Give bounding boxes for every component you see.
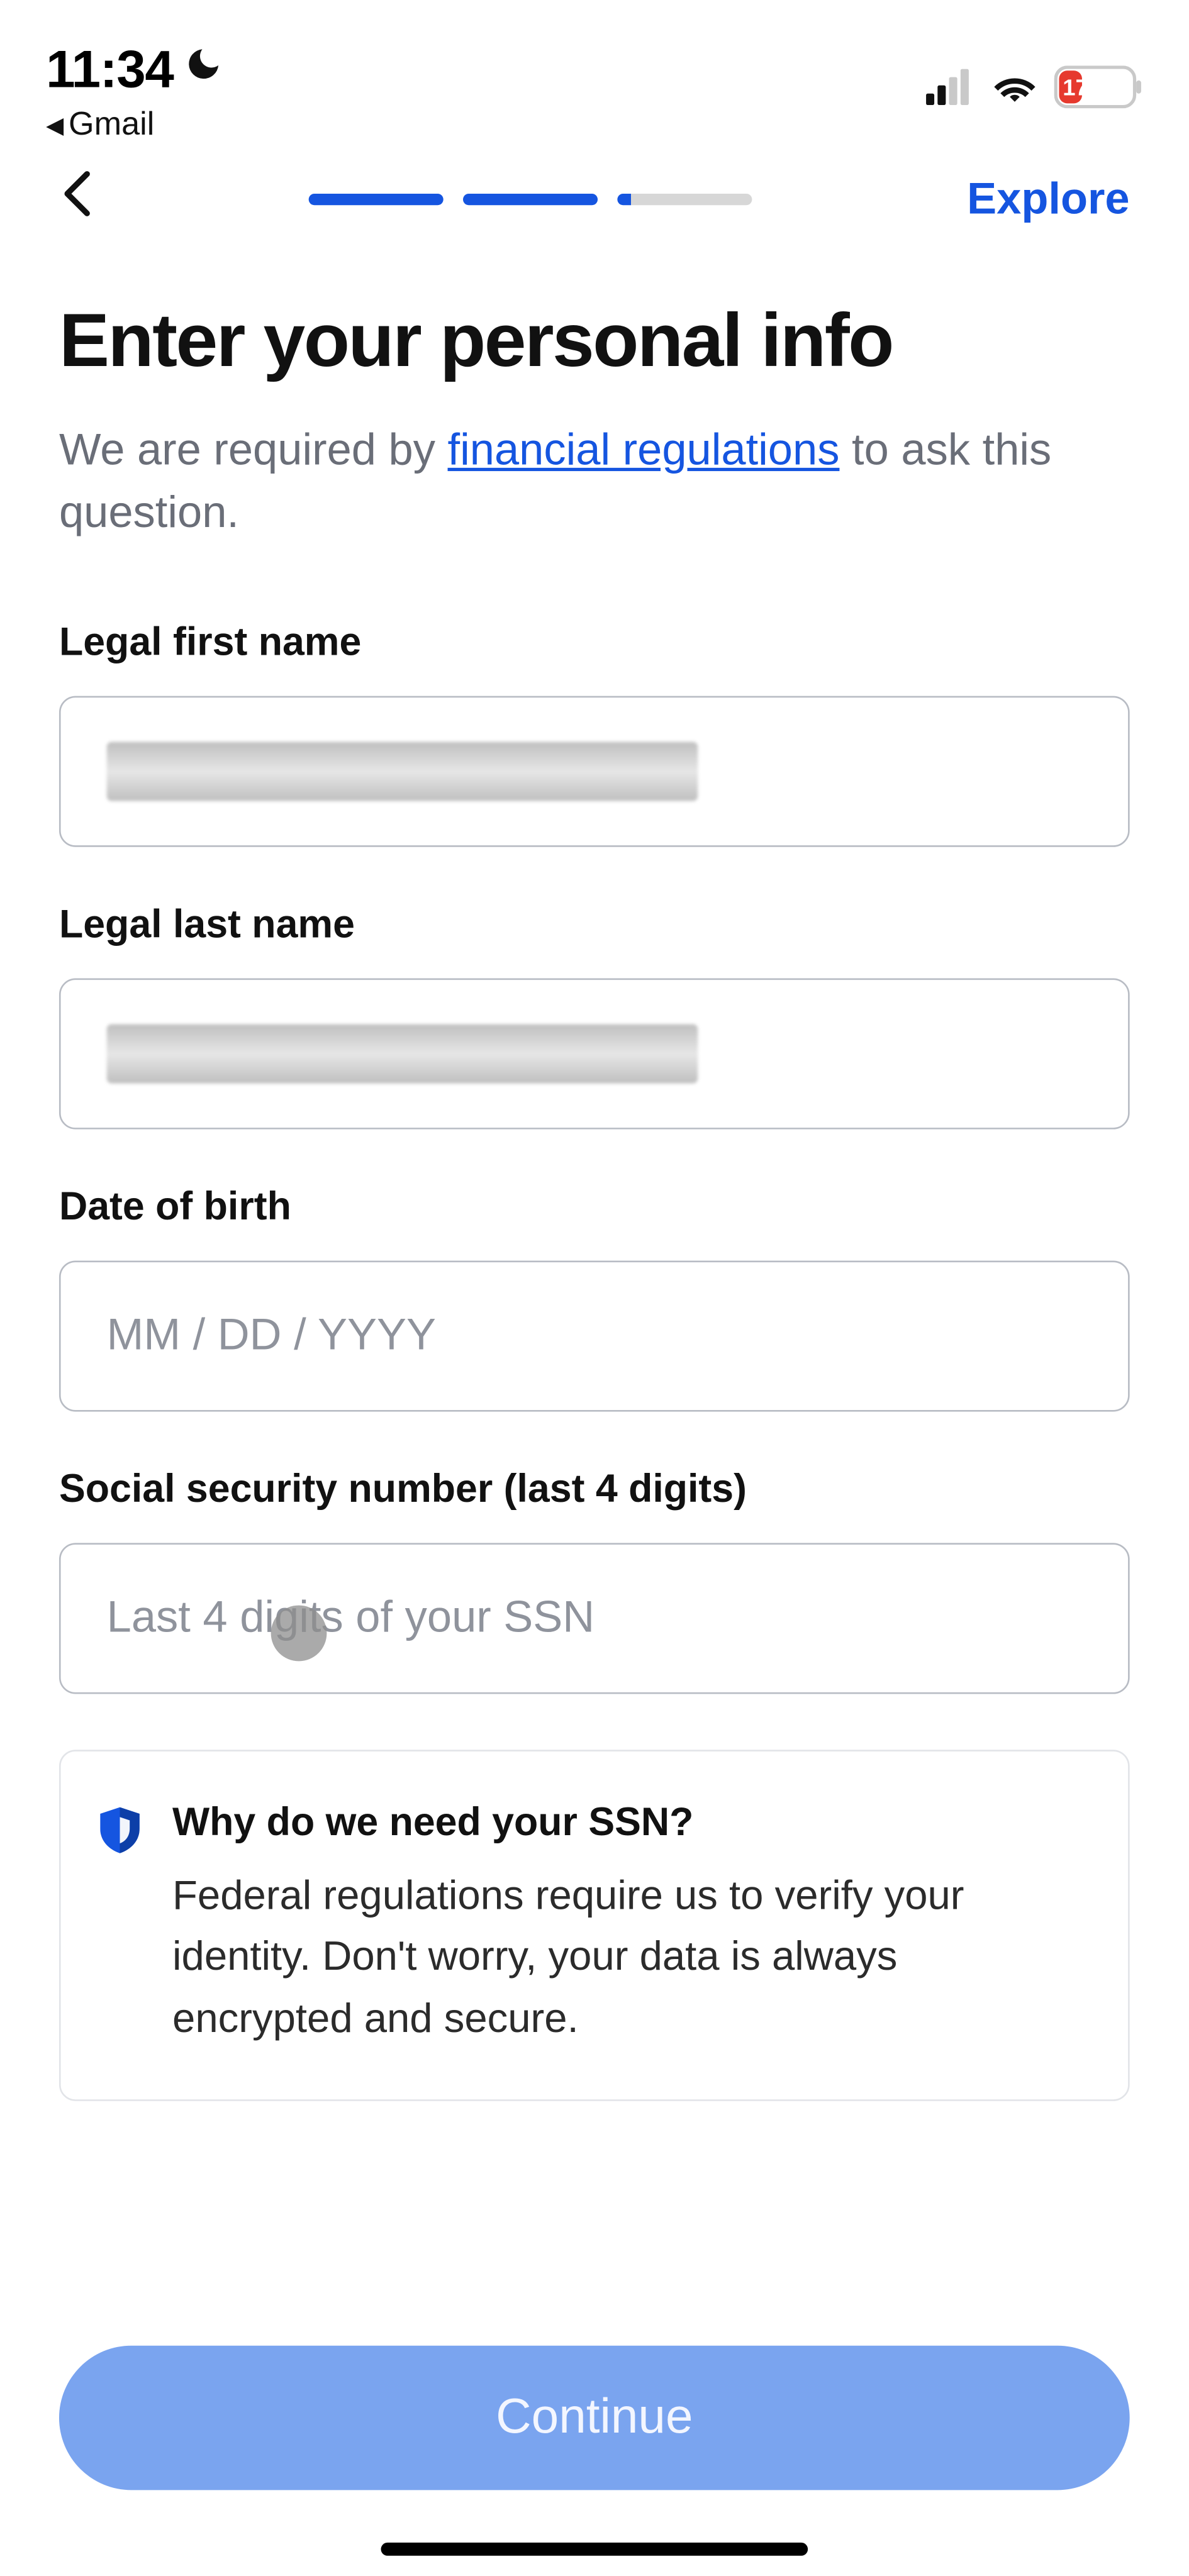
ssn-info-box: Why do we need your SSN? Federal regulat… xyxy=(59,1749,1130,2101)
cell-signal-icon xyxy=(926,69,975,105)
battery-icon: 17 xyxy=(1054,65,1143,108)
status-bar: 11:34 ◀ Gmail xyxy=(0,0,1189,99)
first-name-input-wrap[interactable] xyxy=(59,696,1130,847)
back-app-label: Gmail xyxy=(69,107,154,145)
shield-icon xyxy=(100,1807,140,1861)
last-name-redacted xyxy=(107,1024,698,1083)
ssn-info-body: Federal regulations require us to verify… xyxy=(172,1866,1079,2051)
progress-seg-3 xyxy=(618,193,753,204)
home-indicator[interactable] xyxy=(381,2543,808,2556)
explore-link[interactable]: Explore xyxy=(967,173,1130,224)
ssn-label: Social security number (last 4 digits) xyxy=(59,1467,1130,1513)
progress-indicator xyxy=(310,193,753,204)
last-name-input-wrap[interactable] xyxy=(59,977,1130,1128)
progress-seg-2 xyxy=(464,193,598,204)
back-button[interactable] xyxy=(59,164,95,233)
last-name-label: Legal last name xyxy=(59,902,1130,948)
wifi-icon xyxy=(991,69,1037,105)
moon-icon xyxy=(183,44,223,95)
back-to-app[interactable]: ◀ Gmail xyxy=(46,107,223,145)
page-title: Enter your personal info xyxy=(0,233,1189,384)
ssn-info-title: Why do we need your SSN? xyxy=(172,1800,1079,1846)
dob-label: Date of birth xyxy=(59,1184,1130,1230)
svg-text:17: 17 xyxy=(1063,74,1088,100)
financial-regulations-link[interactable]: financial regulations xyxy=(448,425,840,474)
progress-seg-1 xyxy=(310,193,444,204)
back-triangle-icon: ◀ xyxy=(46,111,64,139)
first-name-label: Legal first name xyxy=(59,620,1130,666)
dob-input[interactable] xyxy=(107,1310,1082,1361)
touch-indicator xyxy=(271,1606,327,1662)
page-subtitle: We are required by financial regulations… xyxy=(0,384,1189,545)
first-name-redacted xyxy=(107,741,698,801)
status-time: 11:34 xyxy=(46,40,173,101)
ssn-input[interactable] xyxy=(107,1592,1082,1643)
continue-button[interactable]: Continue xyxy=(59,2346,1130,2490)
